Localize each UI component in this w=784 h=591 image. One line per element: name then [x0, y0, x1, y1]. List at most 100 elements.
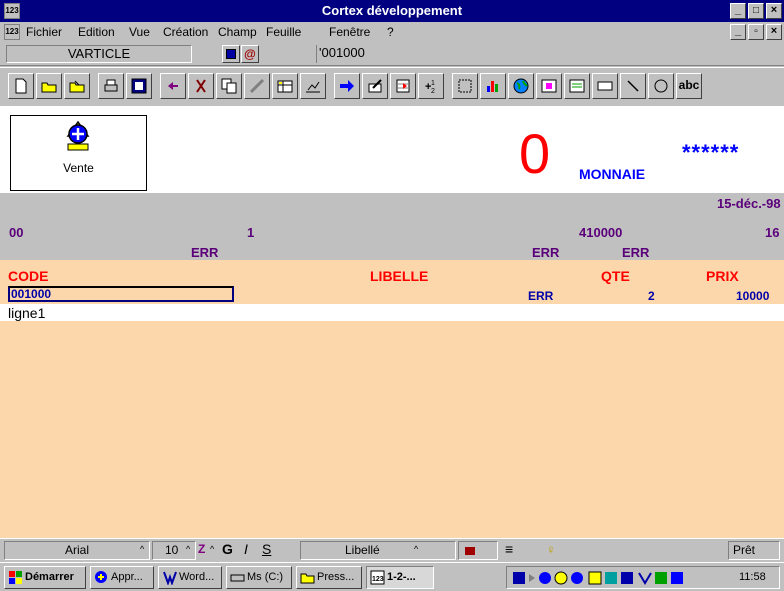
stars-display: ****** [682, 140, 740, 165]
windows-logo-icon [9, 571, 22, 584]
line-icon[interactable] [620, 73, 646, 99]
insert-rows-icon[interactable] [390, 73, 416, 99]
column-header-prix: PRIX [706, 268, 739, 284]
cell-contents[interactable]: '001000 [316, 45, 784, 63]
task-label: Ms (C:) [247, 571, 284, 583]
task-press[interactable]: Press... [296, 566, 362, 589]
font-dropdown-icon[interactable]: ^ [140, 541, 144, 560]
band-error-3: ERR [622, 245, 650, 260]
undo-icon[interactable] [160, 73, 186, 99]
taskbar: Démarrer Appr... Word... Ms (C:) Press..… [0, 562, 784, 591]
sum-icon[interactable]: +1 2 [418, 73, 444, 99]
system-tray: 11:58 [506, 566, 780, 589]
paste-icon[interactable] [244, 73, 270, 99]
task-drive[interactable]: Ms (C:) [226, 566, 292, 589]
amount-display: 0 [519, 122, 551, 185]
task-lotus[interactable]: 123 1-2-... [366, 566, 434, 589]
open-folder-icon[interactable] [36, 73, 62, 99]
svg-text:123: 123 [372, 576, 384, 583]
style-selector[interactable]: Libellé [300, 541, 456, 560]
currency-label: MONNAIE [579, 166, 646, 182]
doc-minimize-button[interactable]: _ [730, 24, 746, 40]
task-label: Appr... [111, 571, 143, 583]
menu-edition[interactable]: Edition [78, 25, 115, 39]
maximize-button[interactable]: □ [748, 3, 764, 19]
row-price[interactable]: 10000 [736, 289, 769, 303]
start-button[interactable]: Démarrer [4, 566, 86, 589]
cortex-app-icon [66, 120, 90, 151]
list-item[interactable]: ligne1 [0, 304, 784, 321]
query-icon[interactable] [536, 73, 562, 99]
vente-button[interactable]: Vente [10, 115, 147, 191]
band-count: 1 [247, 225, 255, 240]
underline-button[interactable]: S [262, 541, 271, 560]
menu-champ[interactable]: Champ [218, 25, 257, 39]
band-error-1: ERR [191, 245, 219, 260]
minimize-button[interactable]: _ [730, 3, 746, 19]
print-icon[interactable] [98, 73, 124, 99]
chart-icon[interactable] [300, 73, 326, 99]
color-dropdown-icon[interactable]: ^ [210, 541, 214, 560]
menu-fichier[interactable]: Fichier [26, 25, 62, 39]
new-file-icon[interactable] [8, 73, 34, 99]
status-bar: Arial ^ 10 ^ Z ^ G I S Libellé ^ ≡ ♀ Prê… [0, 538, 784, 562]
vente-label: Vente [63, 161, 94, 175]
band-ref: 410000 [579, 225, 623, 240]
column-header-qte: QTE [601, 268, 630, 284]
preview-icon[interactable] [126, 73, 152, 99]
band-number: 16 [765, 225, 780, 240]
menu-feuille[interactable]: Feuille [266, 25, 301, 39]
edit-icon[interactable] [362, 73, 388, 99]
close-button[interactable]: × [766, 3, 782, 19]
copy-icon[interactable] [216, 73, 242, 99]
doc-restore-button[interactable]: ▫ [748, 24, 764, 40]
svg-text:2: 2 [431, 88, 435, 94]
status-text: Prêt [728, 541, 780, 560]
name-box[interactable]: VARTICLE [6, 45, 192, 63]
clock: 11:58 [739, 571, 766, 583]
task-appr[interactable]: Appr... [90, 566, 154, 589]
menu-bar: 123 Fichier Edition Vue Création Champ F… [0, 22, 784, 42]
doc-close-button[interactable]: × [766, 24, 782, 40]
edit-line: VARTICLE @ '001000 [0, 42, 784, 66]
menu-vue[interactable]: Vue [129, 25, 150, 39]
arrow-right-icon[interactable] [334, 73, 360, 99]
title-bar[interactable]: 123 Cortex développement _ □ × [0, 0, 784, 22]
ellipse-icon[interactable] [648, 73, 674, 99]
document-icon[interactable]: 123 [4, 24, 20, 40]
text-box-icon[interactable]: abc [676, 73, 702, 99]
menu-help[interactable]: ? [387, 25, 394, 39]
row-error: ERR [528, 289, 554, 303]
color-icon[interactable]: Z [198, 541, 220, 560]
navigator-icon[interactable] [222, 45, 240, 63]
at-function-icon[interactable]: @ [241, 45, 259, 63]
column-header-libelle: LIBELLE [370, 268, 429, 284]
task-word[interactable]: Word... [158, 566, 222, 589]
table-icon[interactable] [272, 73, 298, 99]
select-icon[interactable] [452, 73, 478, 99]
lightbulb-icon[interactable]: ♀ [546, 541, 570, 560]
menu-creation[interactable]: Création [163, 25, 208, 39]
globe-icon[interactable] [508, 73, 534, 99]
window-title: Cortex développement [321, 3, 463, 18]
bold-button[interactable]: G [222, 541, 233, 560]
font-selector[interactable]: Arial [4, 541, 150, 560]
band-error-2: ERR [532, 245, 560, 260]
size-dropdown-icon[interactable]: ^ [186, 541, 190, 560]
italic-button[interactable]: I [244, 541, 248, 560]
cut-icon[interactable] [188, 73, 214, 99]
style-dropdown-icon[interactable]: ^ [414, 541, 418, 560]
task-label: Press... [317, 571, 355, 583]
row-quantity[interactable]: 2 [648, 289, 655, 303]
align-icon[interactable]: ≡ [505, 541, 529, 560]
save-folder-icon[interactable] [64, 73, 90, 99]
column-header-code: CODE [8, 268, 49, 284]
bar-chart-icon[interactable] [480, 73, 506, 99]
folder-icon [300, 573, 315, 584]
form-icon[interactable] [564, 73, 590, 99]
menu-fenetre[interactable]: Fenêtre [329, 25, 370, 39]
zoom-icon[interactable] [458, 541, 498, 560]
rectangle-icon[interactable] [592, 73, 618, 99]
code-field[interactable]: 001000 [8, 286, 234, 302]
tray-icons[interactable] [511, 570, 735, 586]
